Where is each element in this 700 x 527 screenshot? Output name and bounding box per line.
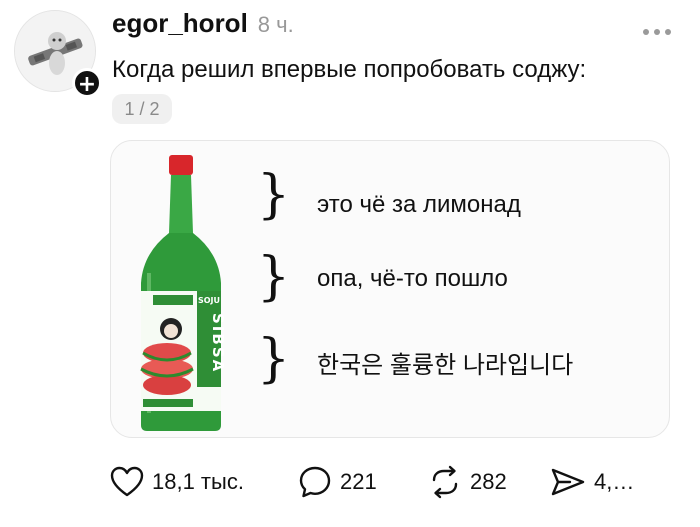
- like-button[interactable]: 18,1 тыс.: [110, 462, 244, 502]
- post-header: egor_horol 8 ч.: [112, 8, 294, 44]
- repost-icon: [428, 465, 462, 499]
- action-bar: 18,1 тыс. 221 282 4,…: [110, 462, 670, 502]
- bottle-cap: [169, 155, 193, 175]
- comment-icon: [298, 465, 332, 499]
- bottle-tag: SOJU: [198, 296, 220, 305]
- caption-3: 한국은 훌륭한 나라입니다: [317, 352, 574, 379]
- reply-count: 221: [340, 469, 377, 494]
- caption-1: это чё за лимонад: [317, 191, 521, 218]
- avatar-container[interactable]: +: [14, 10, 102, 98]
- bottle-label: SIBSA: [209, 313, 227, 373]
- share-count: 4,…: [594, 469, 635, 494]
- brace-3: }: [257, 329, 291, 389]
- more-menu-button[interactable]: [642, 12, 672, 43]
- username-link[interactable]: egor_horol: [112, 8, 248, 39]
- follow-button[interactable]: +: [72, 68, 102, 98]
- timestamp: 8 ч.: [257, 12, 294, 37]
- share-button[interactable]: 4,…: [550, 462, 634, 502]
- plus-icon: +: [77, 72, 97, 97]
- send-icon: [550, 466, 586, 498]
- caption-2: опа, чё-то пошло: [317, 265, 508, 292]
- brace-1: }: [257, 165, 291, 225]
- soju-bottle-image: SOJU SIBSA: [140, 155, 227, 431]
- post-text: Когда решил впервые попробовать соджу:: [112, 56, 587, 83]
- brace-2: }: [257, 247, 291, 307]
- image-pager: 1 / 2: [112, 94, 172, 124]
- reply-button[interactable]: 221: [298, 462, 377, 502]
- repost-count: 282: [470, 469, 507, 494]
- like-count: 18,1 тыс.: [152, 469, 244, 494]
- repost-button[interactable]: 282: [428, 462, 507, 502]
- heart-icon: [110, 466, 144, 498]
- more-dots-icon: [643, 29, 671, 35]
- post-image[interactable]: SOJU SIBSA } это чё за лимонад } опа, чё…: [110, 140, 670, 438]
